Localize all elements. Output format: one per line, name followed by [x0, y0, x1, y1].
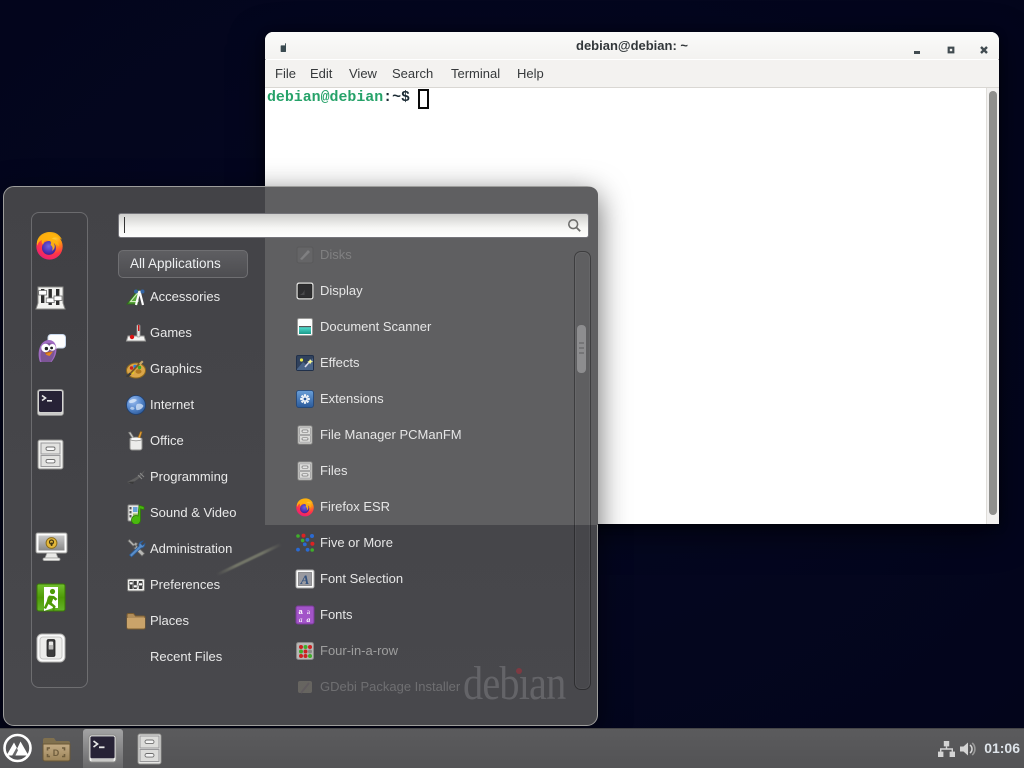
- svg-text:A: A: [300, 572, 310, 587]
- svg-text:a: a: [307, 615, 311, 624]
- svg-text:D: D: [53, 748, 60, 758]
- svg-text:a: a: [299, 615, 303, 624]
